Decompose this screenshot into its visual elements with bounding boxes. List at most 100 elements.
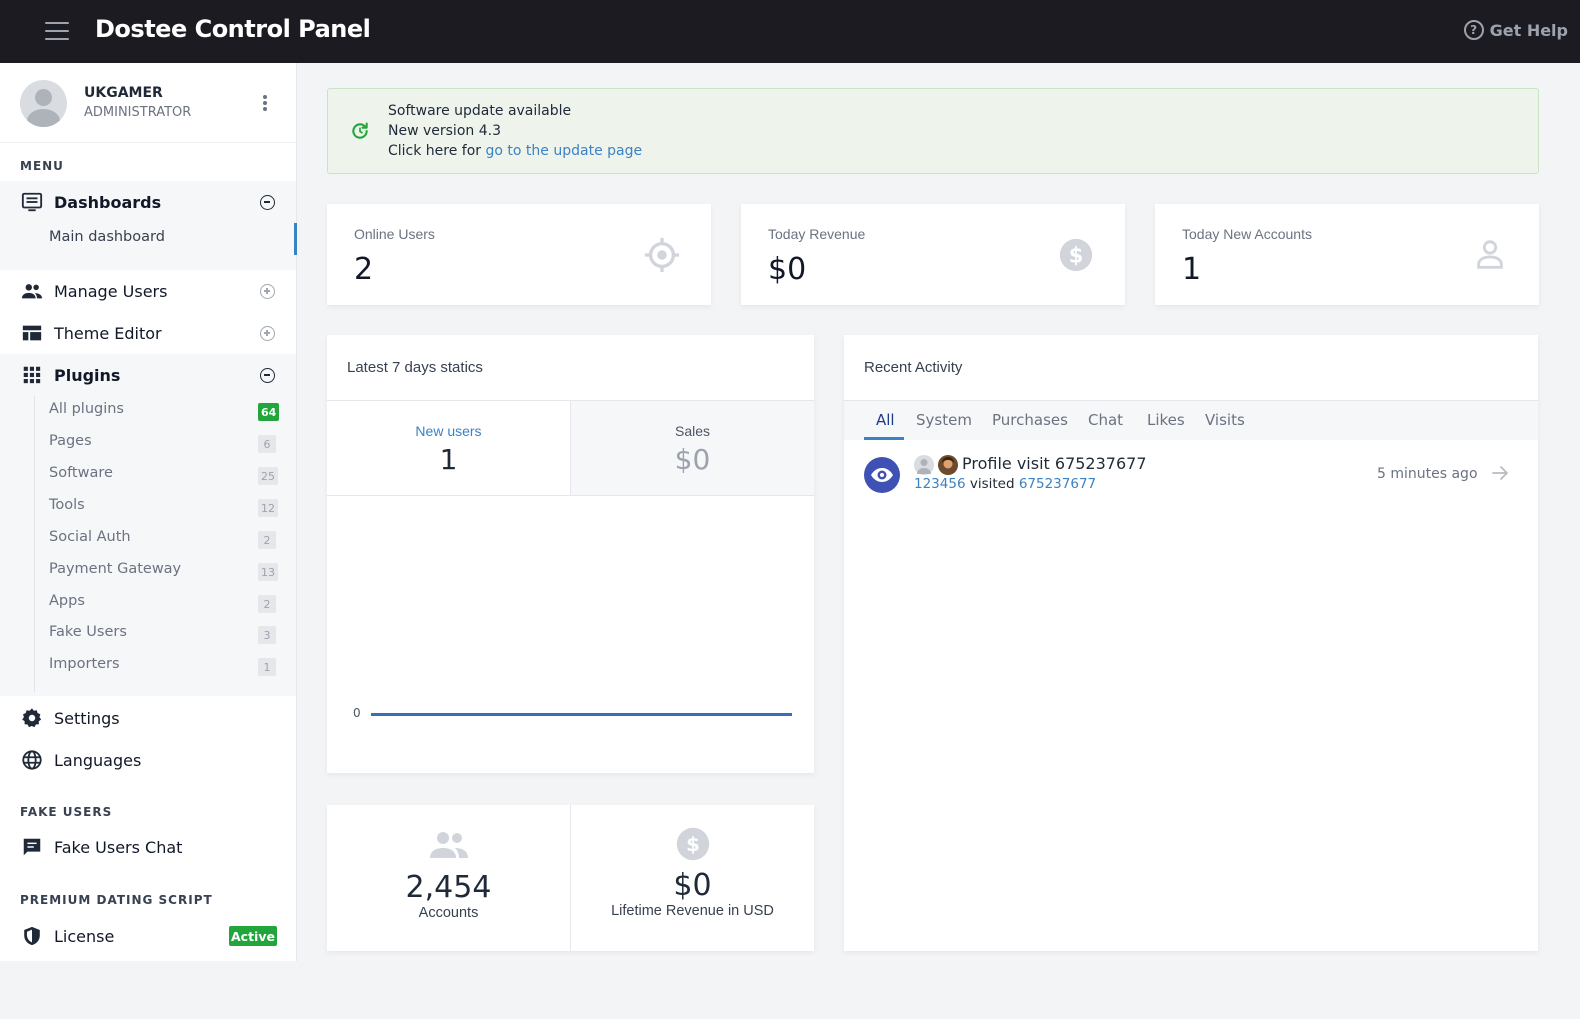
sidebar-item-dashboards[interactable]: Dashboards: [0, 181, 296, 223]
collapse-icon[interactable]: [260, 194, 275, 210]
chat-icon: [23, 838, 41, 856]
plugin-count-badge: 1: [258, 658, 276, 676]
grid-icon: [23, 366, 41, 384]
sidebar-item-settings[interactable]: Settings: [0, 697, 296, 739]
collapse-icon[interactable]: [260, 367, 275, 383]
activity-item[interactable]: Profile visit 675237677 123456 visited 6…: [864, 454, 1518, 498]
sidebar-item-plugins[interactable]: Plugins: [0, 354, 296, 396]
chart-line: [371, 713, 792, 716]
totals-panel: 2,454 Accounts $ $0 Lifetime Revenue in …: [327, 805, 814, 951]
tab-all[interactable]: All: [876, 411, 895, 429]
sidebar-item-license[interactable]: License Active: [0, 915, 296, 957]
update-alert: Software update available New version 4.…: [327, 88, 1539, 174]
avatar: [20, 80, 67, 127]
sidebar-item-main-dashboard[interactable]: Main dashboard: [49, 229, 165, 245]
sidebar-item-social-auth[interactable]: Social Auth: [49, 529, 131, 545]
tab-chat[interactable]: Chat: [1088, 411, 1123, 429]
dashboard-icon: [21, 192, 43, 212]
sidebar-item-fake-users[interactable]: Fake Users: [49, 624, 127, 640]
plugin-count-badge: 6: [258, 435, 276, 453]
svg-text:$: $: [1069, 244, 1084, 268]
profile-options-icon[interactable]: [262, 95, 268, 113]
avatar: [938, 455, 958, 475]
tab-likes[interactable]: Likes: [1147, 411, 1185, 429]
plugin-count-badge: 13: [258, 563, 278, 581]
target-link[interactable]: 675237677: [1019, 476, 1096, 492]
lifetime-revenue-total: $ $0 Lifetime Revenue in USD: [570, 805, 814, 951]
expand-icon[interactable]: [260, 283, 275, 299]
panel-title: Recent Activity: [864, 359, 963, 376]
submenu-guide-line: [34, 396, 35, 692]
sales-toggle[interactable]: Sales $0: [570, 401, 814, 495]
globe-icon: [22, 750, 42, 770]
shield-icon: [24, 926, 40, 946]
today-new-accounts-card: Today New Accounts 1: [1155, 204, 1539, 305]
menu-toggle-icon[interactable]: [45, 22, 69, 40]
sidebar-item-label: Theme Editor: [54, 323, 162, 343]
sidebar-item-theme-editor[interactable]: Theme Editor: [0, 312, 296, 354]
plugin-count-badge: 64: [258, 403, 280, 421]
user-role: ADMINISTRATOR: [84, 105, 192, 120]
active-tab-indicator: [864, 437, 904, 440]
sidebar-item-label: License: [54, 926, 115, 946]
license-status-badge: Active: [229, 926, 277, 946]
sidebar-item-all-plugins[interactable]: All plugins: [49, 401, 124, 417]
weekly-stats-switch: New users 1 Sales $0: [327, 400, 814, 496]
sidebar-item-label: Fake Users Chat: [54, 837, 183, 857]
sidebar-item-apps[interactable]: Apps: [49, 593, 85, 609]
sidebar-item-pages[interactable]: Pages: [49, 433, 92, 449]
user-name: UKGAMER: [84, 85, 163, 101]
stat-value: $0: [768, 252, 807, 287]
sidebar-item-label: Manage Users: [54, 281, 168, 301]
sidebar-item-software[interactable]: Software: [49, 465, 113, 481]
panel-title: Latest 7 days statics: [347, 359, 483, 376]
fake-users-section-label: FAKE USERS: [20, 805, 113, 819]
alert-cta-prefix: Click here for: [388, 143, 486, 159]
new-users-value: 1: [439, 443, 458, 476]
sidebar-item-tools[interactable]: Tools: [49, 497, 85, 513]
update-page-link[interactable]: go to the update page: [486, 143, 643, 159]
weekly-stats-panel: Latest 7 days statics New users 1 Sales …: [327, 335, 814, 773]
today-revenue-card: Today Revenue $0 $: [741, 204, 1125, 305]
tab-purchases[interactable]: Purchases: [992, 411, 1068, 429]
actor-link[interactable]: 123456: [914, 476, 966, 492]
tab-visits[interactable]: Visits: [1205, 411, 1245, 429]
sidebar-item-payment-gateway[interactable]: Payment Gateway: [49, 561, 181, 577]
get-help-link[interactable]: ? Get Help: [1463, 20, 1568, 40]
tab-system[interactable]: System: [916, 411, 972, 429]
sales-value: $0: [674, 443, 711, 476]
sidebar-item-languages[interactable]: Languages: [0, 739, 296, 781]
activity-verb: visited: [965, 476, 1019, 492]
plugin-count-badge: 12: [258, 499, 278, 517]
online-users-card: Online Users 2: [327, 204, 711, 305]
stat-value: 2: [354, 252, 374, 287]
menu-section-label: MENU: [20, 159, 64, 173]
dollar-circle-icon: $: [676, 827, 709, 861]
arrow-right-icon[interactable]: [1490, 463, 1510, 483]
sidebar-item-label: Settings: [54, 708, 120, 728]
recent-activity-panel: Recent Activity All System Purchases Cha…: [844, 335, 1538, 951]
sidebar-item-fake-users-chat[interactable]: Fake Users Chat: [0, 826, 296, 868]
avatar: [914, 455, 934, 475]
accounts-total: 2,454 Accounts: [327, 805, 570, 951]
svg-text:$: $: [686, 833, 700, 856]
sidebar-item-importers[interactable]: Importers: [49, 656, 120, 672]
user-profile: UKGAMER ADMINISTRATOR: [0, 63, 296, 143]
lifetime-revenue-value: $0: [673, 868, 712, 903]
premium-section-label: PREMIUM DATING SCRIPT: [20, 893, 213, 907]
accounts-label: Accounts: [418, 905, 479, 921]
alert-version: New version 4.3: [388, 123, 501, 139]
person-icon: [1477, 240, 1503, 269]
app-title: Dostee Control Panel: [95, 15, 371, 43]
get-help-label: Get Help: [1489, 20, 1568, 40]
expand-icon[interactable]: [260, 325, 275, 341]
users-icon: [21, 284, 43, 299]
alert-title: Software update available: [388, 103, 572, 119]
sidebar-item-label: Plugins: [54, 365, 121, 385]
help-circle-icon: ?: [1463, 20, 1484, 40]
new-users-toggle[interactable]: New users 1: [327, 401, 570, 495]
top-bar: Dostee Control Panel ? Get Help: [0, 0, 1580, 63]
gear-icon: [22, 708, 42, 728]
layout-icon: [22, 325, 42, 341]
sidebar-item-manage-users[interactable]: Manage Users: [0, 270, 296, 312]
